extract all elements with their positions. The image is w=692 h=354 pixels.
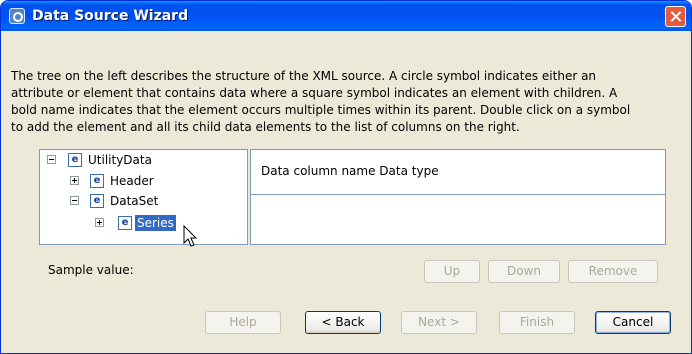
element-icon: e: [118, 216, 132, 230]
back-button[interactable]: < Back: [305, 311, 381, 334]
tree-node-header[interactable]: e Header: [40, 172, 245, 190]
expand-icon[interactable]: [95, 218, 104, 227]
columns-list[interactable]: Data column name Data type: [250, 149, 666, 245]
finish-button[interactable]: Finish: [499, 311, 575, 334]
down-button[interactable]: Down: [488, 260, 560, 283]
instructions-line: to add the element and all its child dat…: [11, 120, 520, 134]
next-button[interactable]: Next >: [401, 311, 477, 334]
collapse-icon[interactable]: [47, 155, 56, 164]
instructions-line: The tree on the left describes the struc…: [11, 69, 597, 83]
instructions-line: bold name indicates that the element occ…: [11, 103, 631, 117]
columns-header-label: Data column name Data type: [261, 164, 439, 178]
expand-icon[interactable]: [70, 176, 79, 185]
tree-node-label: Series: [135, 215, 176, 231]
tree-node-series[interactable]: e Series: [40, 214, 245, 232]
xml-structure-tree[interactable]: e UtilityData e Header e DataSet e Serie…: [39, 149, 248, 245]
element-icon: e: [90, 174, 104, 188]
columns-header: Data column name Data type: [251, 150, 665, 195]
tree-node-utilitydata[interactable]: e UtilityData: [40, 151, 245, 169]
tree-node-label: DataSet: [110, 194, 159, 208]
window-title: Data Source Wizard: [32, 8, 189, 24]
tree-node-label: UtilityData: [88, 153, 152, 167]
data-source-wizard-dialog: Data Source Wizard The tree on the left …: [0, 0, 692, 354]
instructions-line: attribute or element that contains data …: [11, 86, 618, 100]
tree-node-dataset[interactable]: e DataSet: [40, 192, 245, 210]
close-button[interactable]: [665, 6, 686, 27]
instructions-text: The tree on the left describes the struc…: [11, 68, 683, 136]
sample-value-label: Sample value:: [48, 263, 134, 277]
element-icon: e: [90, 194, 104, 208]
mouse-cursor-icon: [183, 225, 198, 247]
remove-button[interactable]: Remove: [568, 260, 658, 283]
app-icon: [9, 8, 25, 24]
cancel-button[interactable]: Cancel: [595, 311, 671, 334]
element-icon: e: [68, 153, 82, 167]
collapse-icon[interactable]: [70, 196, 79, 205]
title-bar[interactable]: Data Source Wizard: [1, 1, 691, 31]
help-button[interactable]: Help: [205, 311, 281, 334]
up-button[interactable]: Up: [424, 260, 480, 283]
tree-node-label: Header: [110, 174, 154, 188]
